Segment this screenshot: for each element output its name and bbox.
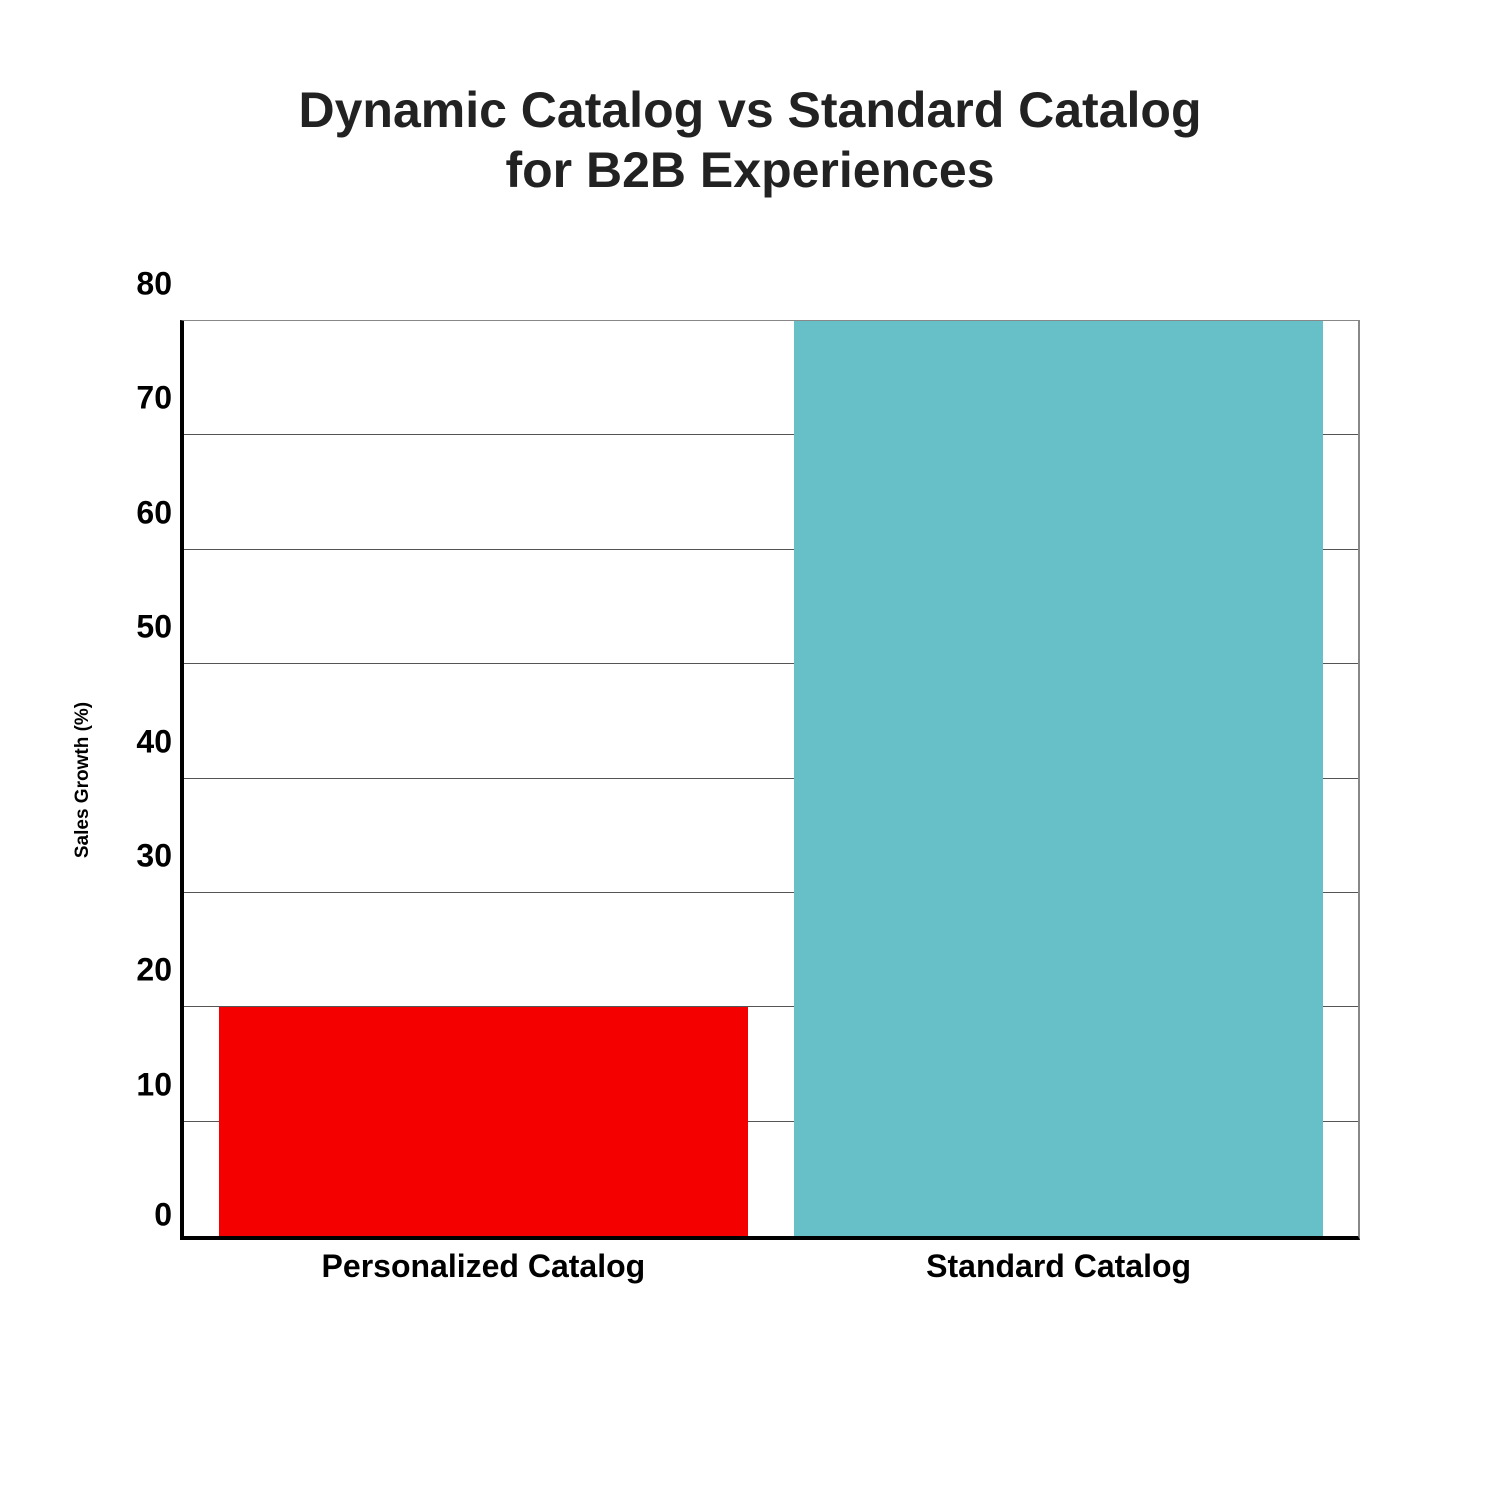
- ytick-70: 70: [112, 380, 172, 417]
- xlabel-standard: Standard Catalog: [794, 1248, 1322, 1285]
- ytick-50: 50: [112, 609, 172, 646]
- ytick-0: 0: [112, 1197, 172, 1234]
- y-axis-label: Sales Growth (%): [72, 702, 94, 858]
- chart-title: Dynamic Catalog vs Standard Catalog for …: [0, 80, 1500, 200]
- ytick-30: 30: [112, 837, 172, 874]
- ytick-10: 10: [112, 1066, 172, 1103]
- ytick-40: 40: [112, 723, 172, 760]
- chart-plot-area: 0 10 20 30 40 50 60 70 80 Personalized C…: [180, 320, 1360, 1240]
- xlabel-personalized: Personalized Catalog: [219, 1248, 747, 1285]
- ytick-20: 20: [112, 952, 172, 989]
- ytick-80: 80: [112, 266, 172, 303]
- bar-personalized-catalog: [219, 1007, 747, 1236]
- plot-frame: 0 10 20 30 40 50 60 70 80 Personalized C…: [180, 320, 1360, 1240]
- bar-standard-catalog: [794, 321, 1322, 1236]
- ytick-60: 60: [112, 494, 172, 531]
